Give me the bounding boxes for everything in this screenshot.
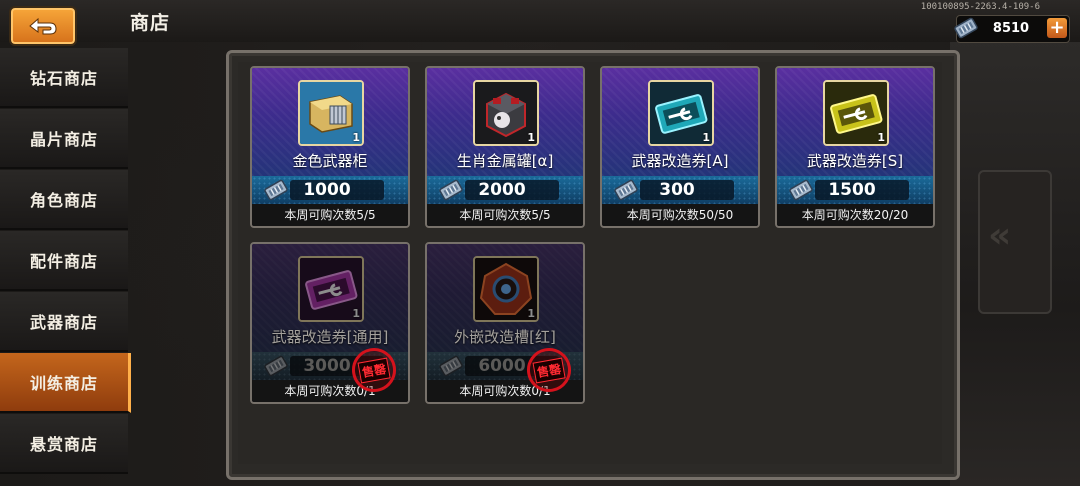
sidebar-item-label: 角色商店 xyxy=(29,191,98,210)
page-title: 商店 xyxy=(130,12,171,34)
sidebar: 钻石商店 晶片商店 角色商店 配件商店 武器商店 训练商店 悬赏商店 xyxy=(0,48,131,486)
item-thumbnail: 1 xyxy=(298,80,364,146)
shop-item-card[interactable]: 1 金色武器柜 1000 本周可购次数5/5 xyxy=(250,66,410,228)
item-thumbnail: 1 xyxy=(473,80,539,146)
item-thumbnail: 1 xyxy=(298,256,364,322)
item-quantity: 1 xyxy=(702,131,710,144)
chevron-decor-icon: « xyxy=(988,215,1012,256)
version-label: 100100895-2263.4-109-6 xyxy=(920,2,1040,12)
training-ticket-icon xyxy=(439,355,463,377)
item-quantity: 1 xyxy=(352,131,360,144)
shop-item-card[interactable]: 1 武器改造券[A] 300 本周可购次数50/50 xyxy=(600,66,760,228)
training-ticket-icon xyxy=(614,179,638,201)
sidebar-item-chip-shop[interactable]: 晶片商店 xyxy=(0,109,128,169)
currency-amount: 8510 xyxy=(992,21,1030,36)
shop-item-card[interactable]: 1 武器改造券[通用] 3000 售罄 本周可购次数0/1 xyxy=(250,242,410,404)
item-quantity: 1 xyxy=(877,131,885,144)
price-bar: 1500 xyxy=(777,176,933,204)
item-name: 外嵌改造槽[红] xyxy=(454,328,556,346)
item-name: 武器改造券[通用] xyxy=(271,328,389,346)
price-bar: 2000 xyxy=(427,176,583,204)
sidebar-item-character-shop[interactable]: 角色商店 xyxy=(0,170,128,230)
sidebar-item-label: 晶片商店 xyxy=(29,130,98,149)
item-quantity: 1 xyxy=(527,131,535,144)
item-price: 2000 xyxy=(478,180,526,200)
item-thumbnail: 1 xyxy=(823,80,889,146)
price-bar: 300 xyxy=(602,176,758,204)
purchase-limit: 本周可购次数5/5 xyxy=(427,204,583,226)
sold-out-label: 售罄 xyxy=(532,357,566,383)
sidebar-item-bounty-shop[interactable]: 悬赏商店 xyxy=(0,414,128,474)
shop-item-card[interactable]: 1 生肖金属罐[α] 2000 本周可购次数5/5 xyxy=(425,66,585,228)
sidebar-item-diamond-shop[interactable]: 钻石商店 xyxy=(0,48,128,108)
background-door: « xyxy=(950,40,1080,486)
price-bar: 1000 xyxy=(252,176,408,204)
item-name: 金色武器柜 xyxy=(292,152,368,170)
add-currency-button[interactable]: + xyxy=(1047,18,1067,38)
item-quantity: 1 xyxy=(527,307,535,320)
sidebar-item-label: 钻石商店 xyxy=(29,69,98,88)
purchase-limit: 本周可购次数20/20 xyxy=(777,204,933,226)
training-ticket-icon xyxy=(954,17,978,39)
item-price: 300 xyxy=(659,180,695,200)
shop-item-card[interactable]: 1 武器改造券[S] 1500 本周可购次数20/20 xyxy=(775,66,935,228)
sold-out-label: 售罄 xyxy=(357,357,391,383)
item-price: 1000 xyxy=(303,180,351,200)
training-ticket-icon xyxy=(264,179,288,201)
purchase-limit: 本周可购次数50/50 xyxy=(602,204,758,226)
item-thumbnail: 1 xyxy=(473,256,539,322)
back-button[interactable] xyxy=(9,6,77,46)
currency-display: 8510 + xyxy=(954,15,1070,43)
training-ticket-icon xyxy=(264,355,288,377)
item-price: 1500 xyxy=(828,180,876,200)
item-quantity: 1 xyxy=(352,307,360,320)
item-name: 武器改造券[S] xyxy=(806,152,904,170)
back-arrow-icon xyxy=(29,17,57,35)
sidebar-item-label: 配件商店 xyxy=(29,252,98,271)
training-ticket-icon xyxy=(789,179,813,201)
sidebar-item-training-shop[interactable]: 训练商店 xyxy=(0,353,131,413)
sidebar-item-label: 悬赏商店 xyxy=(29,435,98,454)
purchase-limit: 本周可购次数5/5 xyxy=(252,204,408,226)
sidebar-item-weapon-shop[interactable]: 武器商店 xyxy=(0,292,128,352)
sidebar-item-accessory-shop[interactable]: 配件商店 xyxy=(0,231,128,291)
item-name: 武器改造券[A] xyxy=(631,152,729,170)
item-name: 生肖金属罐[α] xyxy=(456,152,554,170)
shop-item-card[interactable]: 1 外嵌改造槽[红] 6000 售罄 本周可购次数0/1 xyxy=(425,242,585,404)
item-thumbnail: 1 xyxy=(648,80,714,146)
sidebar-item-label: 武器商店 xyxy=(29,313,98,332)
sidebar-item-label: 训练商店 xyxy=(29,374,98,393)
training-ticket-icon xyxy=(439,179,463,201)
